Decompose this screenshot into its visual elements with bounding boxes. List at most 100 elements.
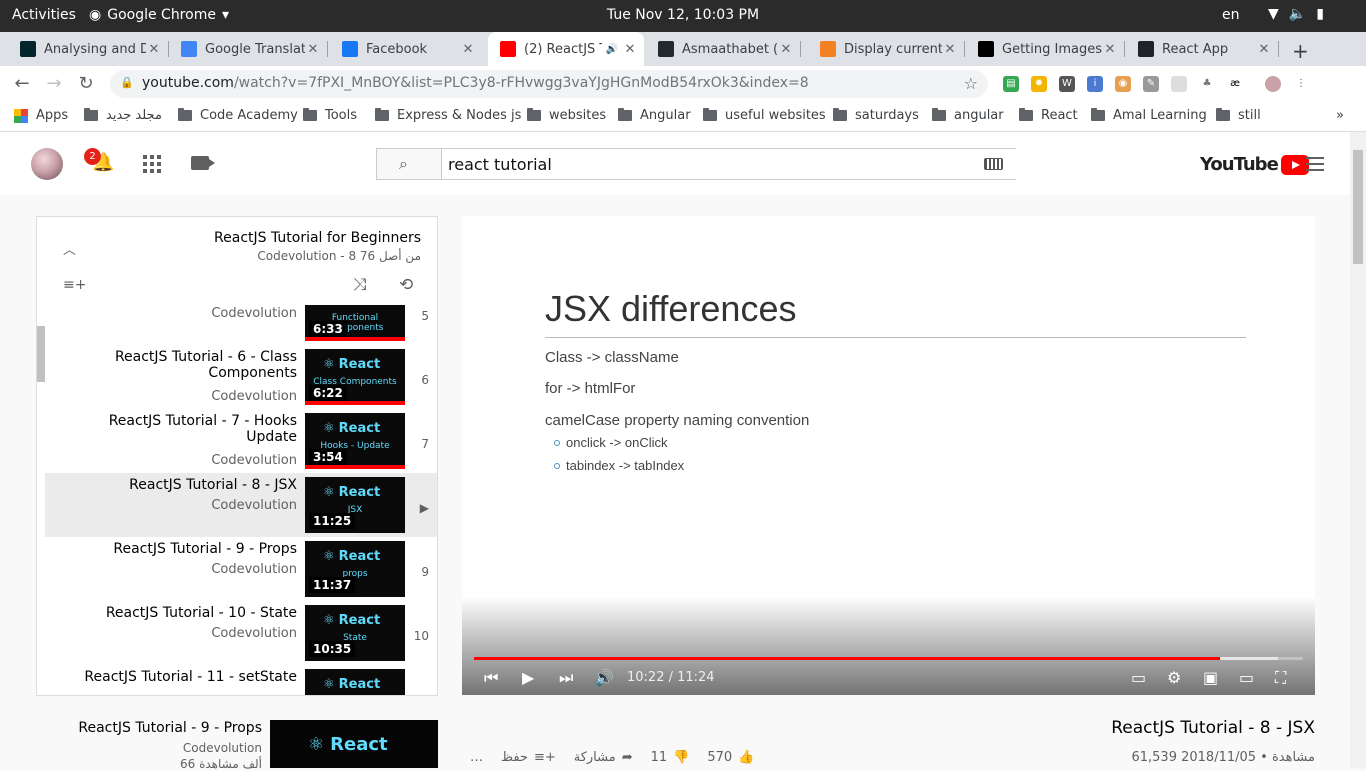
next-icon[interactable]: ⏭ — [559, 668, 573, 688]
close-tab-icon[interactable]: ✕ — [1256, 42, 1272, 57]
reload-button[interactable]: ↻ — [74, 72, 98, 96]
progress-bar[interactable] — [474, 657, 1303, 660]
up-next-views: 66 ألف مشاهدة — [179, 757, 262, 771]
bookmark-folder[interactable]: Amal Learning — [1091, 108, 1207, 123]
tab[interactable]: React App ✕ — [1126, 32, 1279, 66]
playlist-item[interactable]: ReactJS Tutorial - 6 - Class Components C… — [45, 345, 437, 409]
close-tab-icon[interactable]: ✕ — [942, 42, 958, 57]
grid-extension-icon[interactable] — [1171, 76, 1187, 92]
wappalyzer-icon[interactable]: W — [1059, 76, 1075, 92]
settings-gear-icon[interactable]: ⚙ — [1167, 668, 1181, 688]
bookmark-star-icon[interactable]: ☆ — [964, 74, 978, 93]
playlist-item[interactable]: ReactJS Tutorial - 7 - Hooks Update Codev… — [45, 409, 437, 473]
playlist-title[interactable]: ReactJS Tutorial for Beginners — [214, 230, 421, 246]
bookmark-folder[interactable]: angular — [932, 108, 1004, 123]
gear-extension-icon[interactable]: ✹ — [1031, 76, 1047, 92]
close-tab-icon[interactable]: ✕ — [146, 42, 162, 57]
tab[interactable]: Google Translate ✕ — [169, 32, 328, 66]
playlist-scrollbar[interactable] — [37, 326, 45, 382]
miniplayer-icon[interactable]: ▣ — [1203, 668, 1218, 688]
clock[interactable]: Tue Nov 12, 10:03 PM — [607, 7, 759, 23]
ae-extension-icon[interactable]: æ — [1227, 76, 1243, 92]
tab[interactable]: Getting Images ✕ — [966, 32, 1125, 66]
bookmarks-bar: Apps مجلد جديد Code Academy Tools Express & … — [0, 102, 1366, 132]
bookmark-folder[interactable]: saturdays — [833, 108, 919, 123]
back-button[interactable]: ← — [10, 72, 34, 96]
close-tab-icon[interactable]: ✕ — [460, 42, 476, 57]
playlist-item[interactable]: ReactJS Tutorial - 9 - Props Codevolution… — [45, 537, 437, 601]
facebook-icon — [342, 41, 358, 57]
save-button[interactable]: حفظ ≡+ — [501, 750, 556, 765]
edx-icon — [20, 41, 36, 57]
playlist-item[interactable]: ReactJS Tutorial - 8 - JSX Codevolution ▶ ⚛… — [45, 473, 437, 537]
eyedropper-extension-icon[interactable]: ✎ — [1143, 76, 1159, 92]
tab[interactable]: Display current ✕ — [808, 32, 965, 66]
subtitles-icon[interactable]: ▭ — [1131, 668, 1146, 688]
bookmark-folder[interactable]: Code Academy — [178, 108, 298, 123]
shuffle-icon[interactable]: ⤨ — [353, 275, 367, 295]
chevron-up-icon[interactable]: ︿ — [63, 239, 76, 258]
play-icon[interactable]: ▶ — [522, 668, 534, 688]
theater-mode-icon[interactable]: ▭ — [1239, 668, 1254, 688]
tab[interactable]: Asmaathabet (A ✕ — [646, 32, 801, 66]
avatar[interactable] — [31, 148, 63, 180]
owl-extension-icon[interactable]: ◉ — [1115, 76, 1131, 92]
bookmarks-overflow-button[interactable]: » — [1336, 108, 1344, 123]
create-video-icon[interactable] — [191, 156, 215, 170]
dislike-button[interactable]: 11 👎 — [651, 750, 690, 765]
more-actions-button[interactable]: … — [470, 750, 483, 765]
previous-icon[interactable]: ⏮ — [484, 668, 498, 688]
loop-icon[interactable]: ⟲ — [399, 275, 413, 295]
youtube-logo[interactable]: YouTube — [1200, 154, 1309, 175]
close-tab-icon[interactable]: ✕ — [1102, 42, 1118, 57]
tab[interactable]: Analysing and Da✕ — [8, 32, 169, 66]
up-next-item[interactable]: ReactJS Tutorial - 9 - Props Codevolutio… — [36, 720, 438, 771]
watched-progress — [305, 465, 405, 469]
close-tab-icon[interactable]: ✕ — [305, 42, 321, 57]
app-menu[interactable]: ◉ Google Chrome ▾ — [89, 7, 229, 23]
scrollbar-thumb[interactable] — [1353, 150, 1363, 264]
new-tab-button[interactable]: + — [1292, 39, 1309, 63]
address-bar[interactable]: 🔒 youtube.com/watch?v=7fPXI_MnBOY&list=P… — [110, 70, 988, 98]
video-meta: 61,539 مشاهدة • 2018/11/05 — [1131, 750, 1315, 765]
bookmark-folder[interactable]: مجلد جديد — [84, 108, 162, 123]
search-icon[interactable]: ⌕ — [399, 154, 408, 174]
sheets-extension-icon[interactable]: ▤ — [1003, 76, 1019, 92]
audio-icon[interactable]: 🔊 — [606, 44, 618, 55]
playlist-item[interactable]: ComponentsCodevolution5⚛ReactFunctional … — [45, 305, 437, 345]
like-button[interactable]: 570 👍 — [707, 750, 754, 765]
chrome-menu-icon[interactable]: ⋮ — [1293, 76, 1309, 92]
input-language[interactable]: en — [1222, 7, 1240, 23]
bookmark-folder[interactable]: Express & Nodes js — [375, 108, 521, 123]
fullscreen-icon[interactable]: ⛶ — [1275, 668, 1286, 688]
bookmark-folder[interactable]: React — [1019, 108, 1078, 123]
activities-button[interactable]: Activities — [12, 7, 76, 23]
volume-icon[interactable]: 🔊 — [594, 668, 614, 688]
profile-avatar[interactable] — [1265, 76, 1281, 92]
tab[interactable]: Facebook ✕ — [330, 32, 482, 66]
video-player[interactable]: JSX differences Class -> className for -… — [462, 216, 1315, 695]
bookmark-apps[interactable]: Apps — [14, 108, 68, 123]
close-tab-icon[interactable]: ✕ — [622, 42, 638, 57]
page-scrollbar[interactable] — [1350, 132, 1366, 768]
forward-button[interactable]: → — [42, 72, 66, 96]
search-input[interactable] — [441, 149, 1016, 179]
apps-grid-icon[interactable] — [143, 155, 161, 173]
system-tray[interactable]: ▼ 🔈 ▮ — [1268, 6, 1324, 22]
bookmark-folder[interactable]: useful websites — [703, 108, 826, 123]
tree-extension-icon[interactable]: ♣ — [1199, 76, 1215, 92]
share-button[interactable]: مشاركة ➦ — [574, 750, 633, 765]
playlist-item[interactable]: ReactJS Tutorial - 11 - setStateCodevolu… — [45, 665, 437, 695]
url-text[interactable]: youtube.com/watch?v=7fPXI_MnBOY&list=PLC… — [142, 75, 809, 91]
bookmark-folder[interactable]: still — [1216, 108, 1261, 123]
playlist-item[interactable]: ReactJS Tutorial - 10 - State Codevolutio… — [45, 601, 437, 665]
bookmark-folder[interactable]: Angular — [618, 108, 691, 123]
keyboard-icon[interactable] — [984, 158, 1003, 170]
info-extension-icon[interactable]: i — [1087, 76, 1103, 92]
bookmark-folder[interactable]: Tools — [303, 108, 357, 123]
guide-menu-icon[interactable] — [1306, 157, 1324, 171]
close-tab-icon[interactable]: ✕ — [778, 42, 794, 57]
add-to-queue-icon[interactable]: ≡+ — [63, 277, 86, 293]
bookmark-folder[interactable]: websites — [527, 108, 606, 123]
tab[interactable]: (2) ReactJS Tu 🔊 ✕ — [488, 32, 644, 66]
